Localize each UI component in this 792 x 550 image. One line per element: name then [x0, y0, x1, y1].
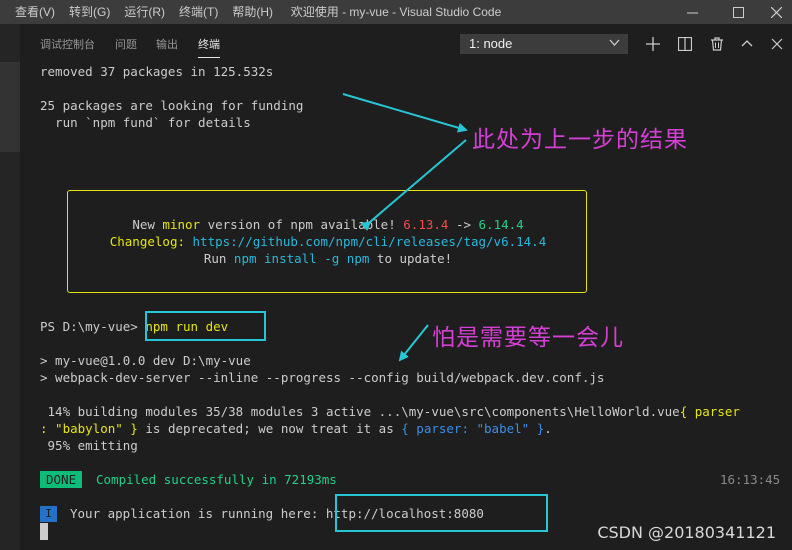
- info-badge: I: [40, 506, 57, 522]
- period: .: [544, 421, 552, 436]
- notice-text-2: version of npm available!: [200, 217, 404, 232]
- notice-run-line: Run npm install -g npm to update!: [68, 250, 588, 267]
- minimize-button[interactable]: [672, 0, 712, 24]
- title-bar: 查看(V) 转到(G) 运行(R) 终端(T) 帮助(H) 欢迎使用 - my-…: [0, 0, 792, 24]
- chevron-up-icon: [741, 40, 753, 47]
- tab-problems[interactable]: 问题: [115, 36, 137, 52]
- activity-strip: [0, 24, 20, 550]
- npm-update-notice: New minor version of npm available! 6.13…: [67, 190, 587, 293]
- close-panel-button[interactable]: [768, 35, 786, 53]
- script-line-1: > my-vue@1.0.0 dev D:\my-vue: [40, 353, 251, 368]
- changelog-link[interactable]: https://github.com/npm/cli/releases/tag/…: [193, 234, 547, 249]
- chevron-down-icon: [609, 39, 620, 46]
- menu-help[interactable]: 帮助(H): [225, 0, 280, 24]
- notice-changelog-line: Changelog: https://github.com/npm/cli/re…: [68, 233, 588, 250]
- tab-terminal[interactable]: 终端: [198, 36, 220, 58]
- run-label: Run: [203, 251, 234, 266]
- annotation-wait: 怕是需要等一会儿: [432, 325, 624, 351]
- notice-text: New: [132, 217, 163, 232]
- terminal-select-value: 1: node: [469, 36, 513, 51]
- emitting-line: 95% emitting: [40, 438, 138, 453]
- funding-hint-line: run `npm fund` for details: [40, 115, 251, 130]
- tab-output[interactable]: 输出: [156, 36, 178, 52]
- version-arrow: ->: [448, 217, 479, 232]
- building-progress: 14% building modules 35/38 modules 3 act…: [40, 404, 680, 419]
- watermark: CSDN @20180341121: [597, 523, 776, 542]
- run-command: npm install -g npm: [233, 251, 370, 266]
- notice-version-line: New minor version of npm available! 6.13…: [68, 216, 588, 233]
- compiled-line: Compiled successfully in 72193ms: [96, 472, 337, 487]
- minimize-icon: [686, 12, 698, 13]
- panel-header: 调试控制台 问题 输出 终端 1: node: [20, 24, 792, 62]
- annotation-previous-step: 此处为上一步的结果: [472, 127, 688, 153]
- timestamp: 16:13:45: [720, 472, 781, 487]
- parser-babylon: : "babylon" }: [40, 421, 138, 436]
- deprecation-text: is deprecated; we now treat it as: [137, 421, 402, 436]
- close-icon: [770, 6, 782, 18]
- tab-debug-console[interactable]: 调试控制台: [40, 36, 95, 52]
- plus-icon: [646, 37, 660, 51]
- notice-minor: minor: [162, 217, 201, 232]
- terminal-cursor: [40, 523, 48, 540]
- building-line-2: : "babylon" } is deprecated; we now trea…: [40, 420, 552, 437]
- funding-line: 25 packages are looking for funding: [40, 98, 304, 113]
- building-line: 14% building modules 35/38 modules 3 act…: [40, 403, 740, 420]
- close-icon: [771, 38, 783, 50]
- kill-terminal-button[interactable]: [708, 35, 726, 53]
- done-badge: DONE: [40, 471, 83, 488]
- maximize-icon: [732, 6, 744, 18]
- new-terminal-button[interactable]: [644, 35, 662, 53]
- running-text: Your application is running here:: [70, 506, 326, 521]
- parser-babel: { parser: "babel" }: [401, 421, 545, 436]
- new-version: 6.14.4: [478, 217, 524, 232]
- split-terminal-button[interactable]: [676, 35, 694, 53]
- close-window-button[interactable]: [756, 0, 792, 24]
- changelog-label: Changelog:: [109, 234, 193, 249]
- maximize-panel-button[interactable]: [738, 35, 756, 53]
- old-version: 6.13.4: [403, 217, 449, 232]
- trash-icon: [711, 37, 723, 51]
- maximize-button[interactable]: [718, 0, 758, 24]
- menu-view[interactable]: 查看(V): [8, 0, 62, 24]
- split-icon: [678, 37, 692, 51]
- prompt: PS D:\my-vue>: [40, 319, 146, 334]
- script-line-2: > webpack-dev-server --inline --progress…: [40, 370, 605, 385]
- menu-go[interactable]: 转到(G): [62, 0, 117, 24]
- command-highlight-box: [145, 311, 266, 341]
- menu-run[interactable]: 运行(R): [117, 0, 172, 24]
- menu-bar: 查看(V) 转到(G) 运行(R) 终端(T) 帮助(H): [0, 0, 280, 24]
- parser-option: { parser: [679, 404, 740, 419]
- scroll-indicator: [0, 62, 20, 152]
- menu-terminal[interactable]: 终端(T): [172, 0, 225, 24]
- removed-line: removed 37 packages in 125.532s: [40, 64, 274, 79]
- url-highlight-box: [335, 494, 548, 532]
- terminal-select[interactable]: 1: node: [460, 34, 628, 54]
- run-suffix: to update!: [369, 251, 453, 266]
